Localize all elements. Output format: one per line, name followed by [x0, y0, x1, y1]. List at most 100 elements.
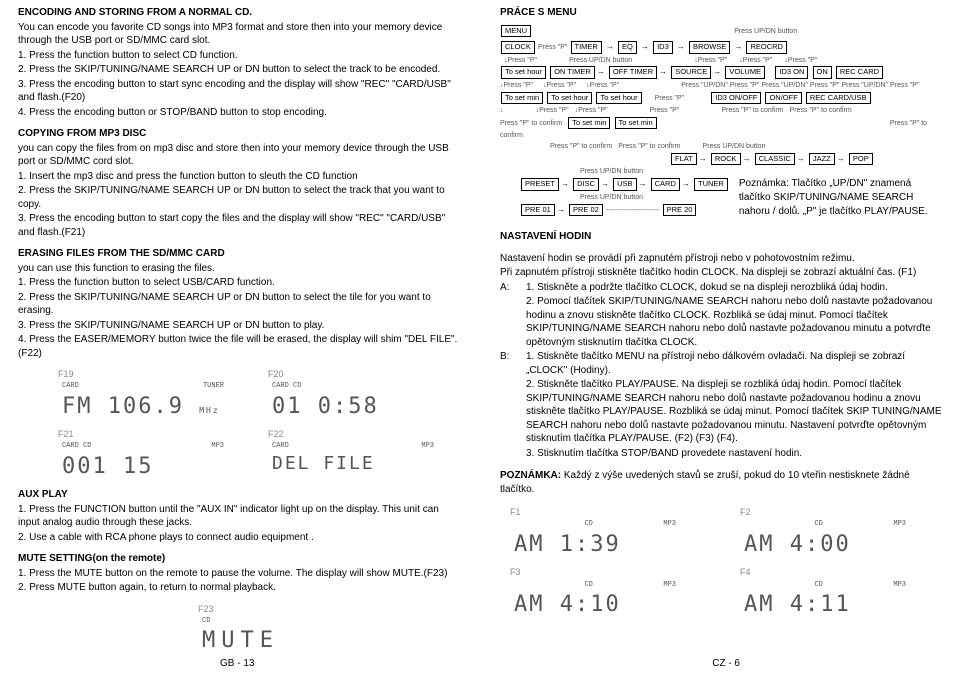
- dbox-timer: TIMER: [571, 41, 602, 54]
- lcd-f23: F23 CD MUTE: [198, 603, 368, 659]
- lcd-f2: F2 CDMP3 AM 4:00: [740, 506, 910, 562]
- lcd-top-right: MP3: [663, 520, 676, 529]
- lcd-top-right: MP3: [893, 520, 906, 529]
- lcd-label: F3: [510, 566, 680, 578]
- dbox-usb: USB: [613, 178, 636, 191]
- dlbl: Press "UP/DN" Press "P": [681, 82, 759, 89]
- dlbl: Press "P" to confirm: [550, 143, 612, 150]
- menu-diagram: MENU Press UP/DN button CLOCK Press "P" …: [500, 24, 942, 221]
- dbox-card: CARD: [651, 178, 680, 191]
- heading-encoding: ENCODING AND STORING FROM A NORMAL CD.: [18, 6, 460, 20]
- dbox-id3on: ID3 ON: [775, 66, 808, 79]
- lcd-label: F2: [740, 506, 910, 518]
- dlbl: Press "P": [788, 57, 817, 64]
- note-buttons: Poznámka: Tlačítko „UP/DN" znamená tlačí…: [739, 177, 942, 219]
- dlbl: Press UP/DN button: [580, 194, 643, 201]
- note-text: Každý z výše uvedených stavů se zruší, p…: [500, 470, 910, 495]
- lcd-row-3: F23 CD MUTE: [198, 603, 460, 659]
- dlbl: Press "P": [538, 44, 567, 51]
- dbox-browse: BROWSE: [689, 41, 730, 54]
- lcd-freq: 106.9: [108, 394, 184, 419]
- dbox-jazz: JAZZ: [809, 153, 835, 166]
- dlbl: Press "P": [578, 107, 607, 114]
- lcd-top-right: MP3: [211, 442, 224, 451]
- lcd-main: DEL FILE: [268, 452, 438, 476]
- heading-aux: AUX PLAY: [18, 488, 460, 502]
- dbox-tosethour: To set hour: [501, 66, 546, 79]
- lcd-main: 01 0:58: [268, 392, 438, 422]
- dbox-tosetmin: To set min: [615, 117, 657, 130]
- lcd-top-left: CD: [814, 581, 822, 590]
- label-b: B:: [500, 350, 520, 461]
- dbox-reocrd: REOCRD: [746, 41, 787, 54]
- dbox-offtimer: OFF TIMER: [609, 66, 657, 79]
- dlbl: Press "P" to confirm: [500, 120, 562, 127]
- lcd-main: 001 15: [58, 452, 228, 482]
- dbox-classic: CLASSIC: [755, 153, 795, 166]
- dbox-reccard: REC CARD: [836, 66, 883, 79]
- dlbl: Press "P": [698, 57, 727, 64]
- dbox-disc: DISC: [573, 178, 599, 191]
- lcd-top-right: TUNER: [203, 382, 224, 391]
- dlbl: Press "P": [539, 107, 568, 114]
- lcd-f22: F22 CARDMP3 DEL FILE: [268, 428, 438, 484]
- heading-menu: PRÁCE S MENU: [500, 6, 942, 20]
- dlbl: Press "P": [508, 57, 537, 64]
- section-mute: MUTE SETTING(on the remote) 1. Press the…: [18, 552, 460, 595]
- dbox-pop: POP: [849, 153, 873, 166]
- para: 2. Press the SKIP/TUNING/NAME SEARCH UP …: [18, 184, 460, 211]
- heading-mute: MUTE SETTING(on the remote): [18, 552, 460, 566]
- dbox-volume: VOLUME: [725, 66, 765, 79]
- lcd-f21: F21 CARD CDMP3 001 15: [58, 428, 228, 484]
- para: 1. Insert the mp3 disc and press the fun…: [18, 170, 460, 184]
- lcd-top-left: CARD CD: [62, 442, 91, 451]
- left-column: ENCODING AND STORING FROM A NORMAL CD. Y…: [10, 6, 480, 676]
- para: you can use this function to erasing the…: [18, 262, 460, 276]
- lcd-label: F19: [58, 368, 228, 380]
- section-aux: AUX PLAY 1. Press the FUNCTION button un…: [18, 488, 460, 544]
- para: Při zapnutém přístroji stiskněte tlačítk…: [500, 266, 942, 280]
- para: you can copy the files from on mp3 disc …: [18, 142, 460, 169]
- lcd-top-right: MP3: [893, 581, 906, 590]
- lcd-top-right: MP3: [421, 442, 434, 451]
- dlbl: Press "P": [504, 82, 533, 89]
- lcd-row-2: F21 CARD CDMP3 001 15 F22 CARDMP3 DEL FI…: [58, 428, 460, 484]
- para: 1. Press the MUTE button on the remote t…: [18, 567, 460, 581]
- heading-copying: COPYING FROM MP3 DISC: [18, 127, 460, 141]
- dbox-clock: CLOCK: [501, 41, 535, 54]
- lcd-f4: F4 CDMP3 AM 4:11: [740, 566, 910, 622]
- dlbl: Press "P" to confirm: [500, 120, 927, 140]
- lcd-unit: MHz: [199, 406, 219, 415]
- dbox-menu: MENU: [501, 25, 531, 38]
- dbox-pre20: PRE 20: [663, 204, 697, 217]
- lcd-row-1: F19 CARDTUNER FM 106.9 MHz F20 CARD CD 0…: [58, 368, 460, 424]
- dlbl: Press UP/DN button: [734, 28, 797, 35]
- para: 2. Use a cable with RCA phone plays to c…: [18, 531, 460, 545]
- footer-right: CZ - 6: [712, 657, 740, 671]
- dbox-flat: FLAT: [671, 153, 697, 166]
- para: 1. Press the function button to select U…: [18, 276, 460, 290]
- section-erasing: ERASING FILES FROM THE SD/MMC CARD you c…: [18, 247, 460, 360]
- lcd-f1: F1 CDMP3 AM 1:39: [510, 506, 680, 562]
- note-label: POZNÁMKA:: [500, 470, 561, 481]
- footer-left: GB - 13: [220, 657, 254, 671]
- dlbl: Press "P": [547, 82, 576, 89]
- para: Nastavení hodin se provádí při zapnutém …: [500, 252, 942, 266]
- lcd-top-left: CD: [584, 520, 592, 529]
- dlbl: Press "UP/DN" Press "P": [841, 82, 919, 89]
- dlbl: Press "P" to confirm: [721, 107, 783, 114]
- dbox-pre01: PRE 01: [521, 204, 555, 217]
- dbox-pre02: PRE 02: [569, 204, 603, 217]
- lcd-top-left: CD: [814, 520, 822, 529]
- dlbl: Press "P" to confirm: [790, 107, 852, 114]
- lcd-top-left: CD: [202, 617, 210, 626]
- lcd-f3: F3 CDMP3 AM 4:10: [510, 566, 680, 622]
- dbox-preset: PRESET: [521, 178, 559, 191]
- lcd-label: F1: [510, 506, 680, 518]
- lcd-main: AM 4:10: [510, 590, 680, 620]
- dbox-ontimer: ON TIMER: [550, 66, 595, 79]
- lcd-fm: FM: [62, 394, 93, 419]
- dbox-tosethour: To set hour: [547, 92, 592, 105]
- lcd-top-left: CD: [584, 581, 592, 590]
- lcd-label: F20: [268, 368, 438, 380]
